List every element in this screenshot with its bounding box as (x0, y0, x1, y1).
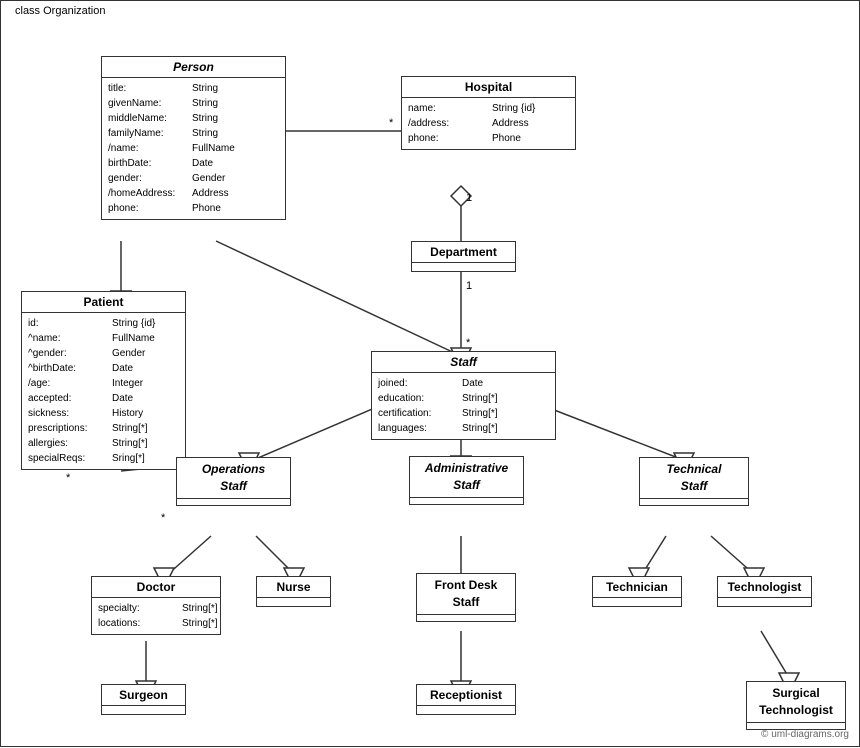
class-technician: Technician (592, 576, 682, 607)
class-surgeon-body (102, 706, 185, 714)
svg-text:*: * (161, 512, 166, 524)
class-surgical-technologist: SurgicalTechnologist (746, 681, 846, 730)
class-technical-staff-body (640, 499, 748, 505)
class-patient: Patient id:String {id} ^name:FullName ^g… (21, 291, 186, 470)
class-person-body: title:String givenName:String middleName… (102, 78, 285, 219)
class-operations-staff: OperationsStaff (176, 457, 291, 506)
class-receptionist-header: Receptionist (417, 685, 515, 706)
class-patient-body: id:String {id} ^name:FullName ^gender:Ge… (22, 313, 185, 469)
diagram-title: class Organization (11, 5, 110, 17)
class-patient-header: Patient (22, 292, 185, 313)
class-nurse-body (257, 598, 330, 606)
class-staff-header: Staff (372, 352, 555, 373)
class-hospital-body: name:String {id} /address:Address phone:… (402, 98, 575, 149)
class-surgical-technologist-header: SurgicalTechnologist (747, 682, 845, 723)
svg-text:*: * (66, 472, 71, 484)
class-surgeon: Surgeon (101, 684, 186, 715)
class-receptionist: Receptionist (416, 684, 516, 715)
class-surgeon-header: Surgeon (102, 685, 185, 706)
class-nurse-header: Nurse (257, 577, 330, 598)
svg-text:*: * (466, 337, 471, 349)
class-doctor-body: specialty:String[*] locations:String[*] (92, 598, 220, 634)
class-front-desk-staff-header: Front DeskStaff (417, 574, 515, 615)
class-technician-body (593, 598, 681, 606)
class-receptionist-body (417, 706, 515, 714)
class-nurse: Nurse (256, 576, 331, 607)
class-technical-staff: TechnicalStaff (639, 457, 749, 506)
class-technologist-body (718, 598, 811, 606)
class-surgical-technologist-body (747, 723, 845, 729)
class-operations-staff-body (177, 499, 290, 505)
class-person-header: Person (102, 57, 285, 78)
class-department-header: Department (412, 242, 515, 263)
class-technical-staff-header: TechnicalStaff (640, 458, 748, 499)
class-administrative-staff: AdministrativeStaff (409, 456, 524, 505)
class-administrative-staff-header: AdministrativeStaff (410, 457, 523, 498)
svg-text:*: * (389, 117, 394, 129)
class-staff: Staff joined:Date education:String[*] ce… (371, 351, 556, 440)
class-doctor: Doctor specialty:String[*] locations:Str… (91, 576, 221, 635)
class-hospital: Hospital name:String {id} /address:Addre… (401, 76, 576, 150)
class-front-desk-staff-body (417, 615, 515, 621)
class-administrative-staff-body (410, 498, 523, 504)
svg-text:1: 1 (466, 192, 472, 204)
copyright-text: © uml-diagrams.org (761, 729, 849, 740)
class-department: Department (411, 241, 516, 272)
class-operations-staff-header: OperationsStaff (177, 458, 290, 499)
diagram-container: class Organization * * 1 * 1 * * * (0, 0, 860, 747)
class-hospital-header: Hospital (402, 77, 575, 98)
class-technician-header: Technician (593, 577, 681, 598)
class-department-body (412, 263, 515, 271)
class-doctor-header: Doctor (92, 577, 220, 598)
class-front-desk-staff: Front DeskStaff (416, 573, 516, 622)
class-technologist: Technologist (717, 576, 812, 607)
class-staff-body: joined:Date education:String[*] certific… (372, 373, 555, 439)
class-person: Person title:String givenName:String mid… (101, 56, 286, 220)
svg-text:1: 1 (466, 280, 472, 292)
class-technologist-header: Technologist (718, 577, 811, 598)
